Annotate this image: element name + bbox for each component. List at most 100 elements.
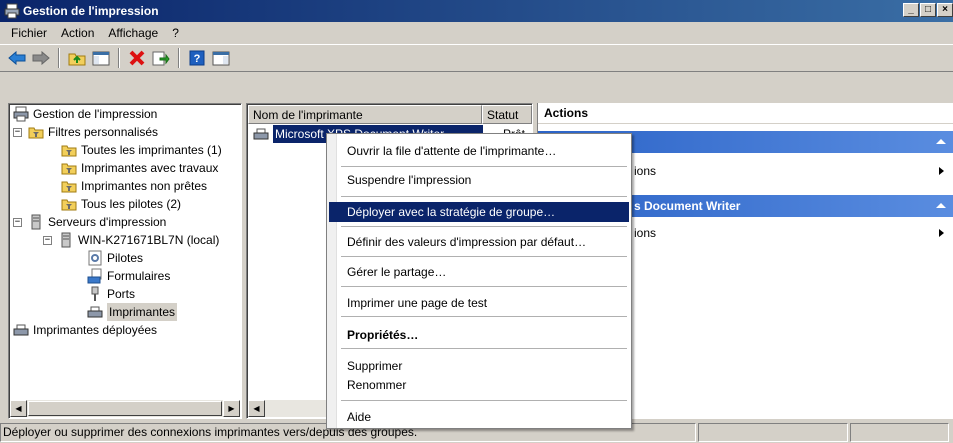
filter-folder-icon (61, 142, 77, 158)
cm-rename[interactable]: Renommer (329, 375, 629, 395)
cm-delete[interactable]: Supprimer (329, 356, 629, 376)
column-header-printer-name[interactable]: Nom de l'imprimante (248, 105, 482, 124)
show-hide-tree-button[interactable] (90, 47, 112, 69)
cm-open-queue[interactable]: Ouvrir la file d'attente de l'imprimante… (329, 141, 629, 161)
scroll-right-button[interactable]: ▶ (223, 400, 240, 417)
menu-separator (341, 226, 627, 227)
window-title: Gestion de l'impression (23, 4, 159, 18)
actions-header: Actions (538, 103, 953, 124)
help-button[interactable]: ? (186, 47, 208, 69)
back-button[interactable] (6, 47, 28, 69)
tree-item-all-drivers[interactable]: Tous les pilotes (2) (61, 195, 181, 213)
tree-item-label: Imprimantes avec travaux (81, 161, 219, 175)
printer-icon (87, 304, 103, 320)
driver-gear-icon (87, 250, 103, 266)
printer-icon (253, 126, 269, 142)
menu-affichage[interactable]: Affichage (101, 24, 165, 42)
submenu-arrow-icon (939, 229, 944, 237)
cm-pause-printing[interactable]: Suspendre l'impression (329, 170, 629, 190)
show-hide-action-pane-button[interactable] (210, 47, 232, 69)
tree-item-printers[interactable]: Imprimantes (87, 303, 178, 321)
menu-separator (341, 256, 627, 257)
collapse-toggle[interactable]: − (13, 217, 22, 227)
print-management-icon (13, 106, 29, 122)
tree-item-printers-with-jobs[interactable]: Imprimantes avec travaux (61, 159, 218, 177)
close-button[interactable]: × (937, 3, 953, 17)
menu-separator (341, 286, 627, 287)
cm-set-defaults[interactable]: Définir des valeurs d'impression par déf… (329, 232, 629, 252)
tree-item-print-servers[interactable]: − Serveurs d'impression (13, 213, 166, 231)
tree-item-label: Imprimantes non prêtes (81, 179, 208, 193)
menu-separator (341, 348, 627, 349)
menu-bar: Fichier Action Affichage ? (0, 22, 953, 44)
port-plug-icon (87, 286, 103, 302)
tree-item-forms[interactable]: Formulaires (87, 267, 170, 285)
app-window: Gestion de l'impression _ □ × Fichier Ac… (0, 0, 953, 443)
server-icon (58, 232, 74, 248)
tree-item-deployed-printers[interactable]: Imprimantes déployées (13, 321, 157, 339)
tree-item-ports[interactable]: Ports (87, 285, 135, 303)
tree-item-label: WIN-K271671BL7N (local) (78, 233, 220, 247)
cm-manage-sharing[interactable]: Gérer le partage… (329, 262, 629, 282)
maximize-button[interactable]: □ (920, 3, 936, 17)
menu-separator (341, 196, 627, 197)
status-panel (698, 423, 848, 442)
collapse-toggle[interactable]: − (43, 235, 52, 245)
cm-properties[interactable]: Propriétés… (329, 325, 629, 345)
back-arrow-icon (8, 51, 26, 65)
server-icon (28, 214, 44, 230)
tree-item-local-server[interactable]: − WIN-K271671BL7N (local) (43, 231, 219, 249)
tree-item-all-printers[interactable]: Toutes les imprimantes (1) (61, 141, 222, 159)
delete-button[interactable] (126, 47, 148, 69)
console-tree-icon (92, 51, 110, 66)
toolbar: ? (0, 44, 953, 72)
tree-item-label: Gestion de l'impression (33, 107, 158, 121)
submenu-arrow-icon (939, 167, 944, 175)
svg-text:?: ? (194, 53, 201, 65)
up-level-button[interactable] (66, 47, 88, 69)
forward-button[interactable] (30, 47, 52, 69)
collapse-up-icon[interactable] (936, 139, 946, 144)
title-bar[interactable]: Gestion de l'impression _ □ × (0, 0, 953, 22)
filter-folder-icon (61, 178, 77, 194)
menu-help[interactable]: ? (165, 24, 186, 42)
scroll-left-button[interactable]: ◀ (10, 400, 27, 417)
menu-separator (341, 400, 627, 401)
minimize-button[interactable]: _ (903, 3, 919, 17)
cm-help[interactable]: Aide (329, 407, 629, 427)
menu-separator (341, 166, 627, 167)
scroll-left-button[interactable]: ◀ (248, 400, 265, 417)
scroll-thumb[interactable] (28, 401, 222, 416)
toolbar-separator (58, 48, 60, 68)
tree-horizontal-scrollbar[interactable]: ◀ ▶ (10, 400, 240, 417)
column-header-status[interactable]: Statut (482, 105, 532, 124)
cm-deploy-gpo[interactable]: Déployer avec la stratégie de groupe… (329, 202, 629, 222)
forward-arrow-icon (32, 51, 50, 65)
collapse-up-icon[interactable] (936, 203, 946, 208)
action-label: ions (634, 164, 657, 178)
forms-icon (87, 268, 103, 284)
action-pane-icon (212, 51, 230, 66)
action-label: ions (634, 226, 657, 240)
export-button[interactable] (150, 47, 172, 69)
tree-item-printers-not-ready[interactable]: Imprimantes non prêtes (61, 177, 207, 195)
menu-action[interactable]: Action (54, 24, 101, 42)
printer-app-icon (4, 3, 20, 19)
tree-item-drivers[interactable]: Pilotes (87, 249, 143, 267)
tree-item-label: Filtres personnalisés (48, 125, 159, 139)
tree-item-label: Imprimantes (107, 303, 178, 321)
tree-item-root[interactable]: Gestion de l'impression (13, 105, 157, 123)
collapse-toggle[interactable]: − (13, 127, 22, 137)
console-tree[interactable]: Gestion de l'impression − Filtres person… (8, 103, 242, 419)
filter-folder-icon (61, 196, 77, 212)
delete-x-icon (129, 50, 145, 66)
tree-item-label: Ports (107, 287, 136, 301)
toolbar-separator (178, 48, 180, 68)
cm-print-test-page[interactable]: Imprimer une page de test (329, 293, 629, 313)
tree-item-custom-filters[interactable]: − Filtres personnalisés (13, 123, 158, 141)
tree-item-label: Pilotes (107, 251, 144, 265)
menu-separator (341, 316, 627, 317)
tree-item-label: Serveurs d'impression (48, 215, 167, 229)
tree-item-label: Tous les pilotes (2) (81, 197, 182, 211)
menu-fichier[interactable]: Fichier (4, 24, 54, 42)
